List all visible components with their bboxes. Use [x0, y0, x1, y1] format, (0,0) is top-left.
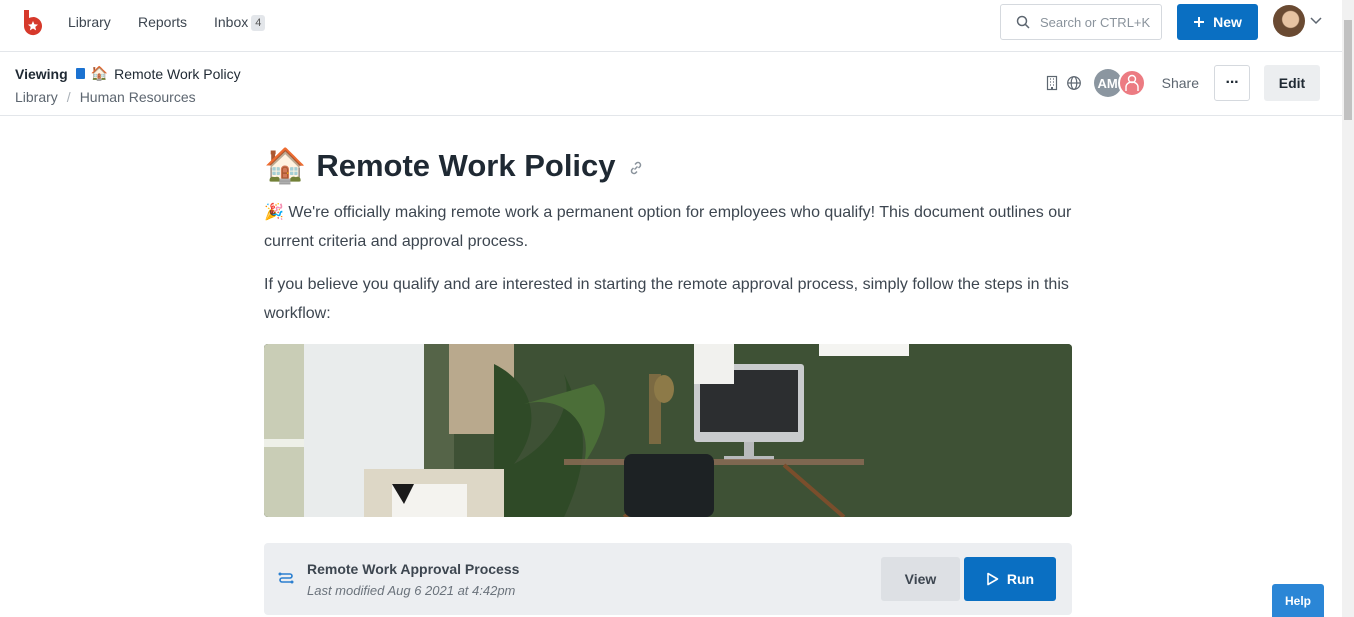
new-button-label: New — [1213, 14, 1242, 30]
intro-text: We're officially making remote work a pe… — [264, 204, 1072, 250]
viewing-label: Viewing — [15, 65, 68, 82]
office-hero-image — [264, 344, 1072, 517]
globe-icon[interactable] — [1066, 75, 1082, 91]
breadcrumb-library[interactable]: Library — [15, 89, 58, 105]
help-button[interactable]: Help — [1272, 584, 1324, 617]
title-emoji: 🏠 — [264, 147, 307, 185]
party-emoji: 🎉 — [264, 204, 284, 221]
nav-inbox[interactable]: Inbox 4 — [214, 14, 266, 31]
app-logo-icon[interactable] — [22, 10, 42, 36]
collaborator-avatar-person[interactable] — [1117, 69, 1146, 97]
nav-inbox-label: Inbox — [214, 14, 249, 30]
search-input[interactable]: Search or CTRL+K — [1000, 4, 1162, 40]
breadcrumb: Library / Human Resources — [15, 89, 196, 105]
breadcrumb-separator: / — [66, 89, 71, 105]
workflow-last-modified: Last modified Aug 6 2021 at 4:42pm — [307, 583, 516, 598]
title-text: Remote Work Policy — [316, 148, 616, 183]
plus-icon — [1194, 17, 1205, 27]
workflow-paragraph: If you believe you qualify and are inter… — [264, 276, 1069, 322]
doc-title-small: Remote Work Policy — [114, 65, 241, 82]
person-icon — [1124, 74, 1139, 91]
document-body: 🏠 Remote Work Policy 🎉 We're officially … — [264, 140, 1072, 615]
intro-paragraph: 🎉 We're officially making remote work a … — [264, 198, 1072, 256]
workflow-name[interactable]: Remote Work Approval Process — [307, 561, 519, 577]
nav-reports[interactable]: Reports — [138, 14, 187, 30]
chevron-down-icon — [1310, 17, 1322, 25]
more-options-button[interactable]: ··· — [1214, 65, 1250, 101]
share-button[interactable]: Share — [1162, 75, 1199, 91]
user-avatar — [1273, 5, 1305, 37]
search-placeholder: Search or CTRL+K — [1040, 14, 1151, 30]
workflow-card: Remote Work Approval Process Last modifi… — [264, 543, 1072, 615]
document-header: Viewing 🏠 Remote Work Policy Library / Hum… — [0, 52, 1342, 116]
building-icon[interactable] — [1044, 75, 1060, 91]
nav-library[interactable]: Library — [68, 14, 111, 30]
scrollbar-thumb[interactable] — [1344, 20, 1352, 120]
page-title: 🏠 Remote Work Policy — [264, 140, 1072, 192]
viewing-line: Viewing 🏠 Remote Work Policy — [15, 65, 241, 82]
new-button[interactable]: New — [1177, 4, 1258, 40]
run-button-label: Run — [1006, 571, 1035, 587]
document-icon — [75, 68, 85, 79]
user-menu[interactable] — [1273, 5, 1322, 37]
link-icon[interactable] — [628, 160, 644, 176]
edit-button[interactable]: Edit — [1264, 65, 1320, 101]
view-workflow-button[interactable]: View — [881, 557, 960, 601]
workflow-icon — [278, 572, 294, 584]
breadcrumb-human-resources[interactable]: Human Resources — [80, 89, 196, 105]
office-illustration — [264, 344, 1072, 517]
search-icon — [1016, 15, 1030, 29]
inbox-count-badge: 4 — [251, 15, 266, 31]
play-icon — [987, 572, 999, 586]
run-workflow-button[interactable]: Run — [964, 557, 1056, 601]
top-navbar: Library Reports Inbox 4 Search or CTRL+K … — [0, 0, 1342, 52]
document-actions: AM Share ··· Edit — [1044, 65, 1320, 101]
doc-emoji: 🏠 — [90, 65, 109, 81]
